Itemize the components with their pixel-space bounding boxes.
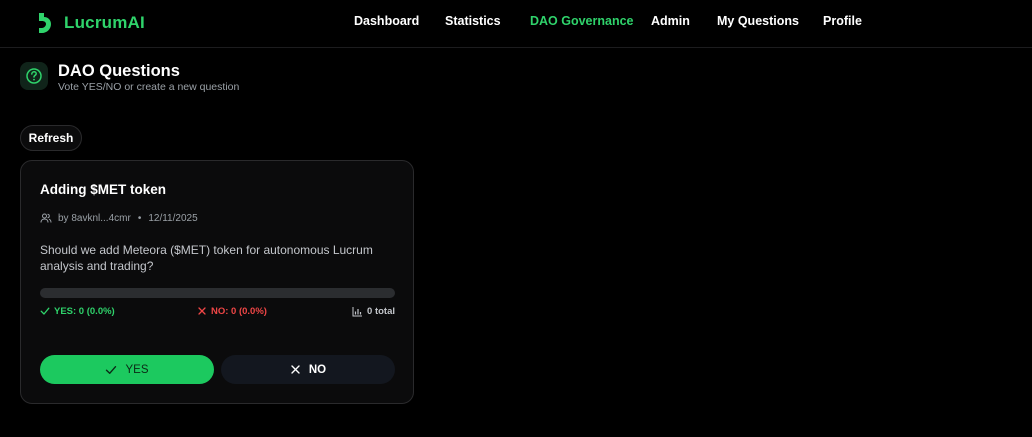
total-stat: 0 total	[352, 304, 395, 318]
question-author: by 8avknl...4cmr	[58, 212, 131, 224]
question-meta: by 8avknl...4cmr • 12/11/2025	[40, 211, 198, 225]
total-stat-text: 0 total	[367, 305, 395, 317]
nav-dao-governance[interactable]: DAO Governance	[530, 14, 634, 28]
vote-yes-label: YES	[125, 363, 149, 376]
question-date: 12/11/2025	[148, 212, 198, 224]
x-icon	[291, 365, 300, 374]
x-icon	[198, 307, 206, 315]
vote-stats: YES: 0 (0.0%) NO: 0 (0.0%) 0 total	[40, 304, 395, 318]
vote-progress-bar	[40, 288, 395, 298]
nav-my-questions[interactable]: My Questions	[717, 14, 799, 28]
page-title: DAO Questions	[58, 62, 180, 80]
question-card: Adding $MET token by 8avknl...4cmr • 12/…	[20, 160, 414, 404]
vote-yes-button[interactable]: YES	[40, 355, 214, 384]
no-stat-text: NO: 0 (0.0%)	[211, 305, 267, 317]
nav-admin[interactable]: Admin	[651, 14, 690, 28]
check-icon	[106, 365, 117, 374]
yes-stat: YES: 0 (0.0%)	[40, 304, 115, 318]
meta-separator: •	[137, 212, 142, 224]
question-circle-icon	[20, 62, 48, 90]
yes-stat-text: YES: 0 (0.0%)	[54, 305, 115, 317]
question-text: Should we add Meteora ($MET) token for a…	[40, 243, 373, 273]
no-stat: NO: 0 (0.0%)	[197, 304, 267, 318]
question-title: Adding $MET token	[40, 182, 166, 197]
vote-no-label: NO	[308, 363, 327, 376]
bar-chart-icon	[352, 306, 363, 316]
top-navbar: LucrumAI Dashboard Statistics DAO Govern…	[0, 0, 1032, 48]
nav-statistics[interactable]: Statistics	[445, 14, 501, 28]
refresh-button[interactable]: Refresh	[20, 125, 82, 151]
vote-no-button[interactable]: NO	[221, 355, 395, 384]
page-subtitle: Vote YES/NO or create a new question	[58, 81, 240, 93]
check-icon	[40, 307, 50, 315]
nav-profile[interactable]: Profile	[823, 14, 862, 28]
nav-dashboard[interactable]: Dashboard	[354, 14, 419, 28]
users-icon	[40, 213, 52, 223]
main-nav: Dashboard Statistics DAO Governance Admi…	[0, 14, 1032, 34]
